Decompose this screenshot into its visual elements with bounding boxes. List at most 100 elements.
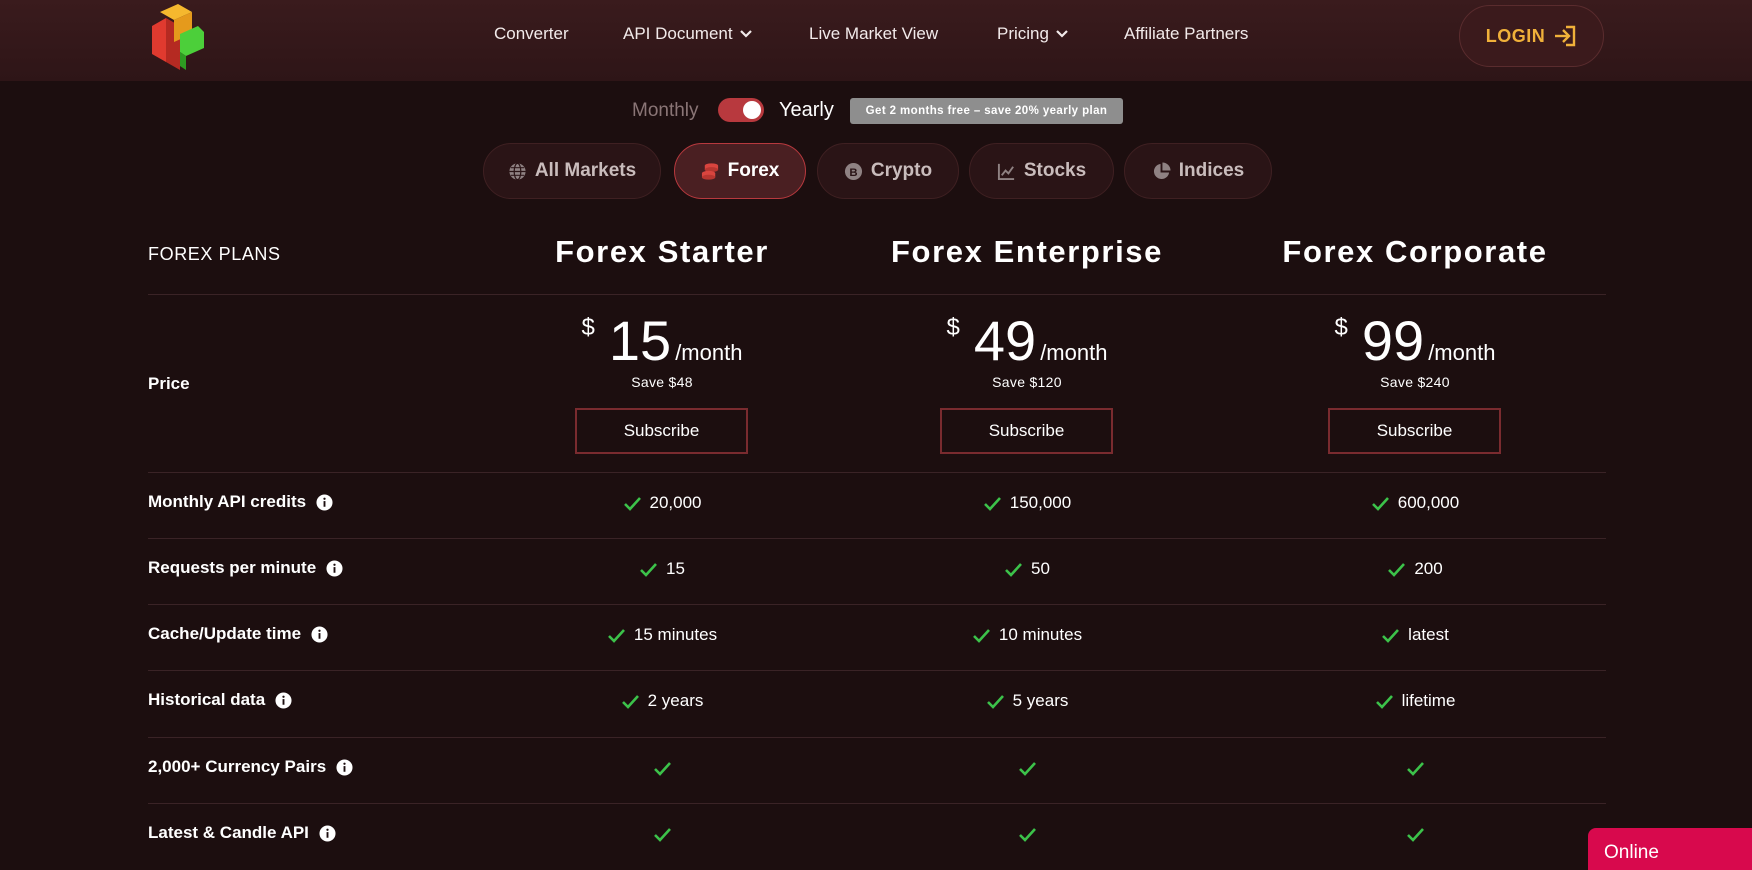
feature-value: latest (1408, 625, 1449, 644)
feature-value-cell (877, 756, 1177, 780)
check-icon (653, 761, 671, 776)
check-icon (1406, 761, 1424, 776)
feature-value-cell: 20,000 (512, 491, 812, 515)
section-title: FOREX PLANS (148, 244, 281, 264)
price-row-label: Price (148, 374, 190, 393)
feature-value-cell: 15 (512, 557, 812, 581)
login-icon (1555, 25, 1576, 47)
feature-value-cell: 5 years (877, 689, 1177, 713)
nav-converter[interactable]: Converter (494, 24, 569, 44)
feature-label-text: Monthly API credits (148, 492, 307, 511)
currency-symbol: $ (1334, 314, 1348, 341)
feature-value-cell: 15 minutes (512, 623, 812, 647)
feature-label-text: Requests per minute (148, 558, 317, 577)
feature-label: Requests per minute (148, 558, 343, 578)
check-icon (640, 562, 657, 577)
row-divider (148, 538, 1606, 539)
brand-logo[interactable] (148, 4, 208, 70)
chat-online-widget[interactable]: Online (1588, 828, 1752, 870)
feature-value-cell: 50 (877, 557, 1177, 581)
price-saving: Save $120 (992, 374, 1062, 390)
price-corporate: $ 99 /month Save $240 (1265, 309, 1565, 391)
row-divider (148, 670, 1606, 671)
feature-label-text: Latest & Candle API (148, 823, 309, 842)
pie-chart-icon (1153, 161, 1171, 179)
yearly-promo-badge: Get 2 months free – save 20% yearly plan (850, 98, 1123, 124)
price-saving: Save $240 (1380, 374, 1450, 390)
currency-symbol: $ (581, 314, 595, 341)
info-icon[interactable] (275, 691, 292, 709)
subscribe-enterprise-button[interactable]: Subscribe (940, 408, 1113, 454)
nav-label: Affiliate Partners (1124, 24, 1249, 43)
info-icon[interactable] (326, 559, 343, 577)
row-divider (148, 294, 1606, 295)
price-starter: $ 15 /month Save $48 (512, 309, 812, 391)
tab-crypto[interactable]: B Crypto (817, 143, 959, 199)
feature-value-cell: 10 minutes (877, 623, 1177, 647)
price-saving: Save $48 (631, 374, 693, 390)
tab-indices[interactable]: Indices (1124, 143, 1272, 199)
tab-label: Crypto (870, 160, 933, 181)
feature-value-cell: 2 years (512, 689, 812, 713)
feature-label: Monthly API credits (148, 492, 333, 512)
feature-value-cell (877, 822, 1177, 846)
price-enterprise: $ 49 /month Save $120 (877, 310, 1177, 391)
feature-value: 150,000 (1009, 493, 1072, 512)
feature-value: 5 years (1012, 691, 1069, 710)
check-icon (621, 694, 639, 709)
feature-value-cell: lifetime (1265, 689, 1565, 713)
feature-value-cell (512, 822, 812, 846)
feature-label: Cache/Update time (148, 624, 328, 644)
nav-affiliate-partners[interactable]: Affiliate Partners (1124, 24, 1248, 44)
info-icon[interactable] (311, 625, 328, 643)
tab-all-markets[interactable]: All Markets (483, 143, 661, 199)
feature-label: 2,000+ Currency Pairs (148, 757, 353, 777)
monthly-label[interactable]: Monthly (632, 100, 699, 122)
subscribe-starter-button[interactable]: Subscribe (575, 408, 748, 454)
price-amount: 99 (1361, 309, 1425, 372)
switch-knob (743, 101, 761, 119)
plan-name-enterprise: Forex Enterprise (891, 234, 1163, 269)
price-amount: 15 (608, 309, 672, 372)
yearly-label[interactable]: Yearly (779, 99, 834, 122)
tab-forex[interactable]: Forex (674, 143, 806, 199)
currency-symbol: $ (946, 314, 960, 341)
login-button[interactable]: LOGIN (1459, 5, 1604, 67)
check-icon (1005, 562, 1022, 577)
nav-api-document[interactable]: API Document (623, 24, 753, 44)
billing-period-switch[interactable] (718, 98, 764, 122)
row-divider (148, 604, 1606, 605)
nav-pricing[interactable]: Pricing (997, 24, 1069, 44)
price-period: /month (1428, 340, 1496, 365)
plan-name-starter: Forex Starter (555, 234, 769, 269)
nav-label: Converter (494, 24, 569, 43)
info-icon[interactable] (336, 758, 353, 776)
coins-icon (701, 162, 718, 180)
bitcoin-icon: B (844, 162, 862, 180)
login-label: LOGIN (1485, 25, 1546, 46)
feature-value-cell: 600,000 (1265, 491, 1565, 515)
info-icon[interactable] (319, 824, 336, 842)
subscribe-corporate-button[interactable]: Subscribe (1328, 408, 1501, 454)
feature-label-text: 2,000+ Currency Pairs (148, 757, 327, 776)
tab-label: Indices (1178, 160, 1245, 181)
tab-label: Stocks (1023, 160, 1087, 181)
chevron-down-icon (1056, 30, 1068, 38)
price-period: /month (675, 340, 743, 365)
billing-toggle-row: Monthly Yearly Get 2 months free – save … (0, 98, 1752, 124)
check-icon (1382, 628, 1400, 643)
price-period: /month (1040, 340, 1108, 365)
feature-label: Historical data (148, 690, 292, 710)
nav-label: Pricing (997, 24, 1049, 43)
row-divider (148, 737, 1606, 738)
tab-stocks[interactable]: Stocks (969, 143, 1114, 199)
feature-label-text: Cache/Update time (148, 624, 302, 643)
feature-value: 50 (1031, 559, 1050, 578)
nav-label: API Document (623, 24, 733, 43)
check-icon (653, 827, 671, 842)
info-icon[interactable] (316, 493, 333, 511)
nav-live-market-view[interactable]: Live Market View (809, 24, 938, 44)
check-icon (607, 628, 625, 643)
check-icon (972, 628, 990, 643)
check-icon (1375, 694, 1393, 709)
